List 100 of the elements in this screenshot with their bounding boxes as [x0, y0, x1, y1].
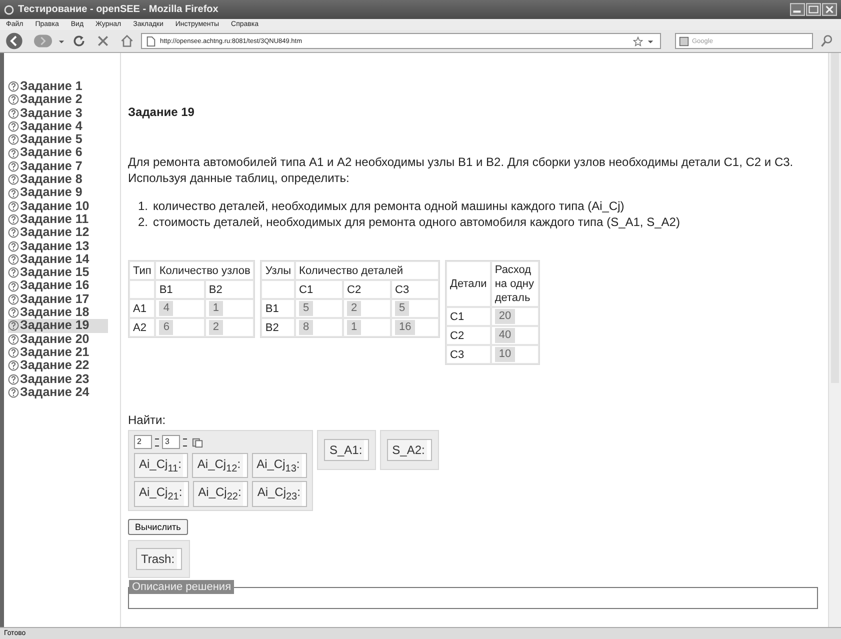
table-cell: C1: [446, 307, 491, 326]
table-cell: C2: [446, 326, 491, 345]
answer-field[interactable]: Ai_Cj$_{13}$:: [252, 453, 307, 478]
help-icon: [8, 307, 19, 318]
sidebar-item[interactable]: Задание 8: [8, 173, 108, 186]
sidebar-item[interactable]: Задание 24: [8, 386, 108, 400]
sidebar-item[interactable]: Задание 18: [8, 306, 108, 320]
sidebar-item[interactable]: Задание 7: [8, 160, 108, 174]
list-item-text: стоимость деталей, необходимых для ремонта одного автомобиля каждого типа (S_A1, S_A2): [153, 214, 680, 230]
sidebar-item[interactable]: Задание 23: [8, 372, 108, 386]
help-icon: [8, 267, 19, 278]
help-icon: [8, 134, 19, 146]
table-header: C2: [343, 280, 392, 299]
table-header: C3: [391, 280, 440, 299]
list-number: 2.: [138, 214, 148, 230]
help-icon: [8, 227, 19, 238]
search-engine-icon[interactable]: [679, 36, 689, 46]
sidebar-item[interactable]: Задание 20: [8, 332, 108, 346]
maximize-icon[interactable]: [806, 3, 821, 16]
help-icon: [8, 148, 19, 159]
dropdown-icon[interactable]: [58, 38, 65, 44]
page-icon: [146, 36, 156, 46]
help-icon: [8, 347, 19, 358]
sidebar-item[interactable]: Задание 17: [8, 292, 108, 306]
sidebar-item[interactable]: Задание 13: [8, 240, 108, 253]
sidebar-item[interactable]: Задание 1: [8, 80, 108, 94]
table-cell: A1: [129, 299, 156, 318]
compute-button[interactable]: Вычислить: [128, 518, 188, 535]
close-icon[interactable]: [822, 3, 837, 16]
table-header: B2: [204, 280, 254, 299]
help-icon: [8, 334, 19, 345]
rows-spinner[interactable]: 2: [134, 435, 152, 449]
spinner-arrows-icon[interactable]: [182, 436, 188, 448]
help-icon: [8, 360, 19, 372]
table-cell: A2: [129, 318, 156, 337]
stop-icon[interactable]: [96, 34, 110, 48]
sidebar-item[interactable]: Задание 11: [8, 212, 108, 226]
help-icon: [8, 280, 19, 292]
sidebar-item[interactable]: Задание 12: [8, 226, 108, 240]
star-icon[interactable]: [633, 36, 643, 46]
help-icon: [8, 108, 19, 119]
answer-field[interactable]: Ai_Cj$_{23}$:: [252, 481, 308, 507]
task-description: Для ремонта автомобилей типа A1 и A2 необходимы узлы B1 и B2. Для сборки узлов необходимы детали C1, C2 и C3. Используя данные таблиц, определить:: [128, 154, 794, 186]
help-icon: [8, 94, 19, 106]
browser-icon: [4, 4, 14, 14]
sidebar-item[interactable]: Задание 10: [8, 200, 108, 213]
sidebar-item[interactable]: Задание 6: [8, 146, 108, 160]
sidebar-item[interactable]: Задание 14: [8, 252, 108, 266]
table-header: Детали: [446, 261, 491, 307]
home-icon[interactable]: [120, 34, 134, 48]
answer-field[interactable]: S_A1:: [324, 439, 370, 461]
solution-legend: Описание решения: [129, 580, 234, 594]
help-icon: [8, 386, 19, 398]
sidebar-item[interactable]: Задание 21: [8, 346, 108, 360]
answer-field[interactable]: Ai_Cj$_{22}$:: [193, 481, 248, 507]
list-number: 1.: [138, 198, 148, 214]
help-icon: [8, 160, 19, 172]
table-header: Количество узлов: [155, 261, 254, 280]
help-icon: [8, 320, 19, 332]
table-header: Узлы: [261, 261, 296, 280]
answer-field[interactable]: Ai_Cj$_{21}$:: [134, 481, 190, 507]
cols-spinner[interactable]: 3: [162, 435, 180, 449]
help-icon: [8, 188, 19, 199]
spinner-arrows-icon[interactable]: [154, 436, 160, 448]
sidebar-item[interactable]: Задание 16: [8, 279, 108, 293]
help-icon: [8, 374, 19, 385]
table-header: C1: [295, 280, 344, 299]
sidebar-item[interactable]: Задание 2: [8, 93, 108, 107]
help-icon: [8, 174, 19, 186]
table-header: B1: [155, 280, 205, 299]
sidebar-item[interactable]: Задание 9: [8, 186, 108, 200]
minimize-icon[interactable]: [790, 3, 805, 16]
find-label: Найти:: [128, 413, 167, 427]
help-icon: [8, 294, 19, 305]
sidebar-item[interactable]: Задание 5: [8, 133, 108, 146]
table-cell: B1: [261, 299, 296, 318]
table-header: Расход на одну деталь: [490, 261, 539, 307]
sidebar-item[interactable]: Задание 22: [8, 359, 108, 373]
clipboard-icon[interactable]: [192, 436, 203, 448]
answer-field[interactable]: S_A2:: [387, 439, 432, 461]
sidebar-item[interactable]: Задание 19: [8, 319, 108, 333]
task-title: Задание 19: [128, 105, 196, 119]
table-cell: B2: [261, 318, 296, 337]
sidebar-item[interactable]: Задание 15: [8, 266, 108, 280]
help-icon: [8, 121, 19, 132]
table-header: Количество деталей: [295, 261, 440, 280]
dropdown-icon[interactable]: [647, 38, 654, 44]
help-icon: [8, 254, 19, 265]
sidebar-item[interactable]: Задание 4: [8, 120, 108, 134]
window-title: Тестирование - openSEE - Mozilla Firefox: [18, 4, 218, 15]
reload-icon[interactable]: [72, 34, 86, 48]
trash-field[interactable]: Trash:: [136, 548, 182, 570]
sidebar-item[interactable]: Задание 3: [8, 106, 108, 120]
help-icon: [8, 214, 19, 226]
table-cell: C3: [446, 345, 491, 364]
answer-field[interactable]: Ai_Cj$_{12}$:: [192, 453, 248, 478]
help-icon: [8, 200, 19, 212]
answer-field[interactable]: Ai_Cj$_{11}$:: [134, 453, 188, 478]
search-icon[interactable]: [820, 34, 834, 48]
table-header: Тип: [129, 261, 156, 280]
